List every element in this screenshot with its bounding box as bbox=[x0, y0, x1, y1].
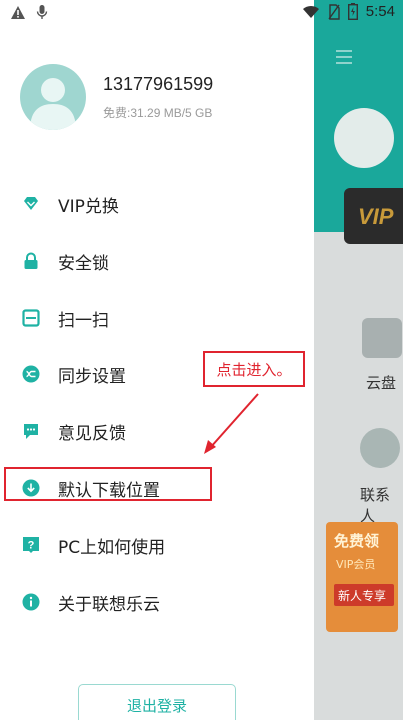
menu-item-label: 关于联想乐云 bbox=[58, 594, 160, 615]
vip-banner-text: VIP bbox=[358, 204, 394, 229]
info-icon bbox=[22, 593, 40, 611]
menu-item-security-lock[interactable]: 安全锁 bbox=[0, 239, 314, 283]
menu-item-vip-redeem[interactable]: VIP兑换 bbox=[0, 182, 314, 226]
callout-label: 点击进入。 bbox=[203, 351, 305, 387]
highlight-box bbox=[4, 467, 212, 501]
contacts-label: 联系人 bbox=[360, 486, 391, 525]
menu-item-feedback[interactable]: 意见反馈 bbox=[0, 409, 314, 453]
background-avatar bbox=[334, 108, 394, 168]
vip-banner: VIP bbox=[344, 188, 403, 244]
storage-usage: 免费:31.29 MB/5 GB bbox=[103, 106, 213, 120]
menu-item-pc-help[interactable]: ? PC上如何使用 bbox=[0, 523, 314, 567]
menu-item-scan[interactable]: 扫一扫 bbox=[0, 296, 314, 340]
avatar-silhouette-icon bbox=[30, 78, 76, 130]
wifi-icon bbox=[302, 5, 319, 18]
diamond-icon bbox=[24, 197, 38, 210]
help-icon: ? bbox=[23, 537, 39, 553]
logout-button[interactable]: 退出登录 bbox=[78, 684, 236, 720]
vip-promo-card: 免费领 VIP会员 新人专享 bbox=[326, 522, 398, 632]
menu-item-label: 意见反馈 bbox=[58, 423, 126, 444]
promo-line2: VIP会员 bbox=[336, 558, 376, 571]
menu-item-label: 同步设置 bbox=[58, 366, 126, 387]
cloud-drive-icon bbox=[362, 318, 402, 358]
user-phone-number: 13177961599 bbox=[103, 74, 214, 94]
menu-item-label: 扫一扫 bbox=[58, 310, 109, 331]
status-time: 5:54 bbox=[365, 3, 395, 20]
menu-item-label: VIP兑换 bbox=[58, 196, 119, 217]
promo-line3: 新人专享 bbox=[334, 584, 394, 606]
lock-icon bbox=[24, 252, 38, 269]
mic-icon bbox=[36, 5, 48, 19]
menu-item-about[interactable]: 关于联想乐云 bbox=[0, 580, 314, 624]
menu-item-label: 安全锁 bbox=[58, 253, 109, 274]
avatar[interactable] bbox=[20, 64, 86, 130]
menu-item-label: PC上如何使用 bbox=[58, 537, 166, 558]
hamburger-menu-icon bbox=[336, 50, 352, 68]
sync-icon bbox=[22, 365, 40, 383]
contacts-icon bbox=[360, 428, 400, 468]
annotation-arrow-icon bbox=[204, 393, 259, 454]
battery-icon bbox=[347, 3, 358, 20]
status-bar: 5:54 bbox=[0, 0, 403, 26]
scan-icon bbox=[22, 309, 40, 327]
cloud-drive-label: 云盘 bbox=[366, 374, 397, 392]
promo-line1: 免费领 bbox=[334, 532, 380, 550]
no-sim-icon bbox=[328, 3, 340, 20]
warning-icon bbox=[11, 5, 25, 19]
background-app: VIP 云盘 联系人 免费领 VIP会员 新人专享 bbox=[314, 0, 403, 720]
svg-text:?: ? bbox=[28, 540, 35, 552]
feedback-icon bbox=[24, 424, 38, 439]
